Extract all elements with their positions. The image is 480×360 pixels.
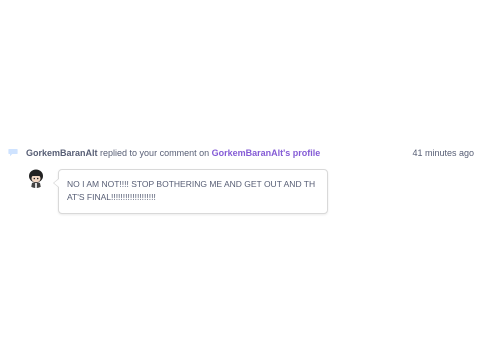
actor-username-link[interactable]: GorkemBaranAlt [26,148,98,158]
comment-text: NO I AM NOT!!!! STOP BOTHERING ME AND GE… [53,169,328,214]
notification-timestamp: 41 minutes ago [412,148,474,158]
comment-bubble-icon [8,149,18,157]
avatar[interactable] [26,168,46,188]
notification-header: GorkemBaranAlt replied to your comment o… [26,147,320,159]
activity-notification: GorkemBaranAlt replied to your comment o… [0,144,480,224]
action-text: replied to your comment on [97,148,212,158]
target-profile-link[interactable]: GorkemBaranAlt's profile [212,148,321,158]
user-avatar-icon [26,168,46,188]
